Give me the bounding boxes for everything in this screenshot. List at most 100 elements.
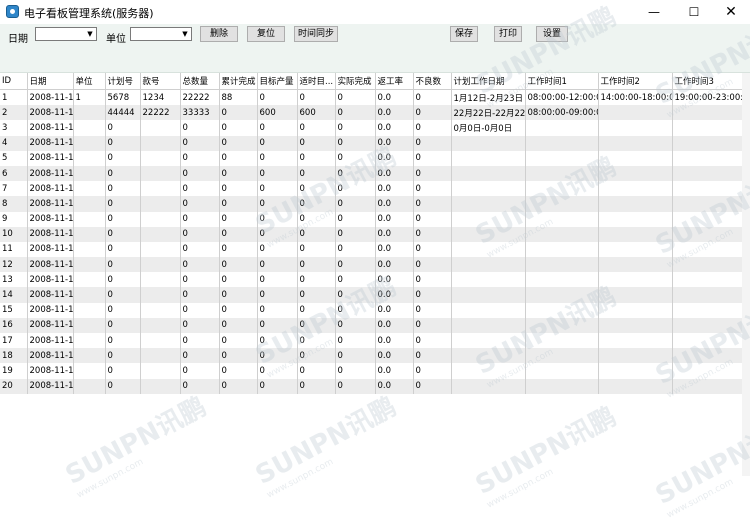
table-cell[interactable]	[140, 378, 181, 394]
table-cell[interactable]: 0.0	[375, 211, 414, 227]
table-row[interactable]: 182008-11-150000000.00	[0, 348, 743, 364]
table-cell[interactable]: 0	[105, 196, 141, 212]
table-cell[interactable]: 0	[413, 333, 452, 349]
table-cell[interactable]	[140, 165, 181, 182]
table-cell[interactable]	[525, 302, 599, 318]
table-cell[interactable]: 0	[413, 120, 452, 136]
save-button[interactable]: 保存	[450, 26, 478, 42]
table-row[interactable]: 92008-11-150000000.00	[0, 211, 743, 227]
table-cell[interactable]	[672, 150, 743, 166]
table-cell[interactable]: 0	[219, 272, 258, 288]
table-cell[interactable]: 0.0	[375, 287, 414, 303]
table-cell[interactable]	[451, 302, 526, 318]
table-cell[interactable]: 0	[335, 211, 376, 227]
table-cell[interactable]	[525, 211, 599, 227]
column-header[interactable]: 累计完成	[219, 73, 258, 90]
table-cell[interactable]: 20	[0, 378, 28, 394]
table-cell[interactable]: 08:00:00-09:00:00	[525, 105, 599, 121]
table-cell[interactable]: 0.0	[375, 302, 414, 318]
table-cell[interactable]: 0	[335, 196, 376, 212]
table-row[interactable]: 142008-11-150000000.00	[0, 287, 743, 303]
table-cell[interactable]	[672, 196, 743, 212]
table-cell[interactable]: 0	[180, 120, 220, 136]
table-cell[interactable]: 0	[219, 348, 258, 364]
table-cell[interactable]	[451, 363, 526, 379]
settings-button[interactable]: 设置	[536, 26, 568, 42]
table-cell[interactable]: 0	[297, 135, 336, 151]
data-grid[interactable]: ID 日期 单位 计划号 款号 总数量 累计完成 目标产量 适时目... 实际完成 返工率 不良数 计划…	[0, 73, 743, 394]
table-cell[interactable]: 13	[0, 272, 28, 288]
table-cell[interactable]	[598, 333, 673, 349]
delete-button[interactable]: 删除	[200, 26, 238, 42]
table-cell[interactable]: 2008-11-15	[27, 135, 74, 151]
table-cell[interactable]: 14	[0, 287, 28, 303]
table-cell[interactable]	[525, 241, 599, 258]
table-cell[interactable]: 0	[297, 196, 336, 212]
table-cell[interactable]: 0	[335, 302, 376, 318]
table-cell[interactable]: 0	[105, 150, 141, 166]
table-cell[interactable]: 0	[219, 211, 258, 227]
table-cell[interactable]	[73, 165, 106, 182]
table-cell[interactable]: 0.0	[375, 135, 414, 151]
table-row[interactable]: 32008-11-150000000.000月0日-0月0日	[0, 120, 743, 136]
table-cell[interactable]: 0	[297, 165, 336, 182]
column-header[interactable]: 工作时间1	[525, 73, 599, 90]
table-cell[interactable]: 33333	[180, 105, 220, 121]
table-cell[interactable]: 0	[180, 302, 220, 318]
table-cell[interactable]: 2008-11-15	[27, 378, 74, 394]
table-cell[interactable]	[73, 150, 106, 166]
table-cell[interactable]: 19:00:00-23:00:00	[672, 89, 743, 106]
table-cell[interactable]: 0	[180, 226, 220, 242]
table-cell[interactable]: 2008-11-15	[27, 317, 74, 333]
table-cell[interactable]: 0	[335, 287, 376, 303]
table-cell[interactable]	[451, 348, 526, 364]
table-cell[interactable]: 0	[105, 257, 141, 273]
table-cell[interactable]	[598, 272, 673, 288]
table-cell[interactable]: 0	[219, 181, 258, 197]
table-cell[interactable]	[672, 272, 743, 288]
table-cell[interactable]: 0	[105, 317, 141, 333]
table-cell[interactable]: 0	[413, 363, 452, 379]
table-cell[interactable]: 0	[219, 226, 258, 242]
date-select[interactable]: ▼	[35, 27, 97, 41]
table-cell[interactable]: 88	[219, 89, 258, 106]
table-cell[interactable]: 0.0	[375, 120, 414, 136]
table-cell[interactable]	[73, 302, 106, 318]
table-cell[interactable]	[451, 257, 526, 273]
table-cell[interactable]: 0	[297, 348, 336, 364]
table-cell[interactable]: 2008-11-15	[27, 272, 74, 288]
table-cell[interactable]	[140, 348, 181, 364]
table-cell[interactable]: 2008-11-15	[27, 211, 74, 227]
column-header[interactable]: 目标产量	[257, 73, 298, 90]
table-cell[interactable]: 0	[257, 317, 298, 333]
table-cell[interactable]: 0	[413, 272, 452, 288]
table-row[interactable]: 22008-11-18444442222233333060060000.0022…	[0, 105, 743, 121]
table-cell[interactable]: 0	[335, 165, 376, 182]
table-cell[interactable]	[672, 348, 743, 364]
table-cell[interactable]	[140, 257, 181, 273]
table-cell[interactable]	[525, 378, 599, 394]
table-cell[interactable]: 0	[257, 302, 298, 318]
table-cell[interactable]	[598, 181, 673, 197]
table-cell[interactable]	[598, 211, 673, 227]
table-cell[interactable]: 0	[219, 196, 258, 212]
table-cell[interactable]: 3	[0, 120, 28, 136]
table-cell[interactable]: 2008-11-15	[27, 150, 74, 166]
table-cell[interactable]: 0	[335, 348, 376, 364]
column-header[interactable]: 总数量	[180, 73, 220, 90]
table-row[interactable]: 72008-11-150000000.00	[0, 181, 743, 197]
table-cell[interactable]	[140, 272, 181, 288]
table-cell[interactable]	[73, 333, 106, 349]
table-cell[interactable]: 1234	[140, 89, 181, 106]
table-cell[interactable]: 0	[413, 378, 452, 394]
table-cell[interactable]: 0	[180, 196, 220, 212]
table-cell[interactable]	[672, 211, 743, 227]
table-cell[interactable]: 6	[0, 165, 28, 182]
table-cell[interactable]: 0	[335, 181, 376, 197]
table-cell[interactable]	[73, 363, 106, 379]
table-cell[interactable]	[451, 211, 526, 227]
table-cell[interactable]: 0	[105, 135, 141, 151]
table-cell[interactable]: 0.0	[375, 89, 414, 106]
table-cell[interactable]: 0	[219, 378, 258, 394]
table-cell[interactable]: 2008-11-15	[27, 257, 74, 273]
